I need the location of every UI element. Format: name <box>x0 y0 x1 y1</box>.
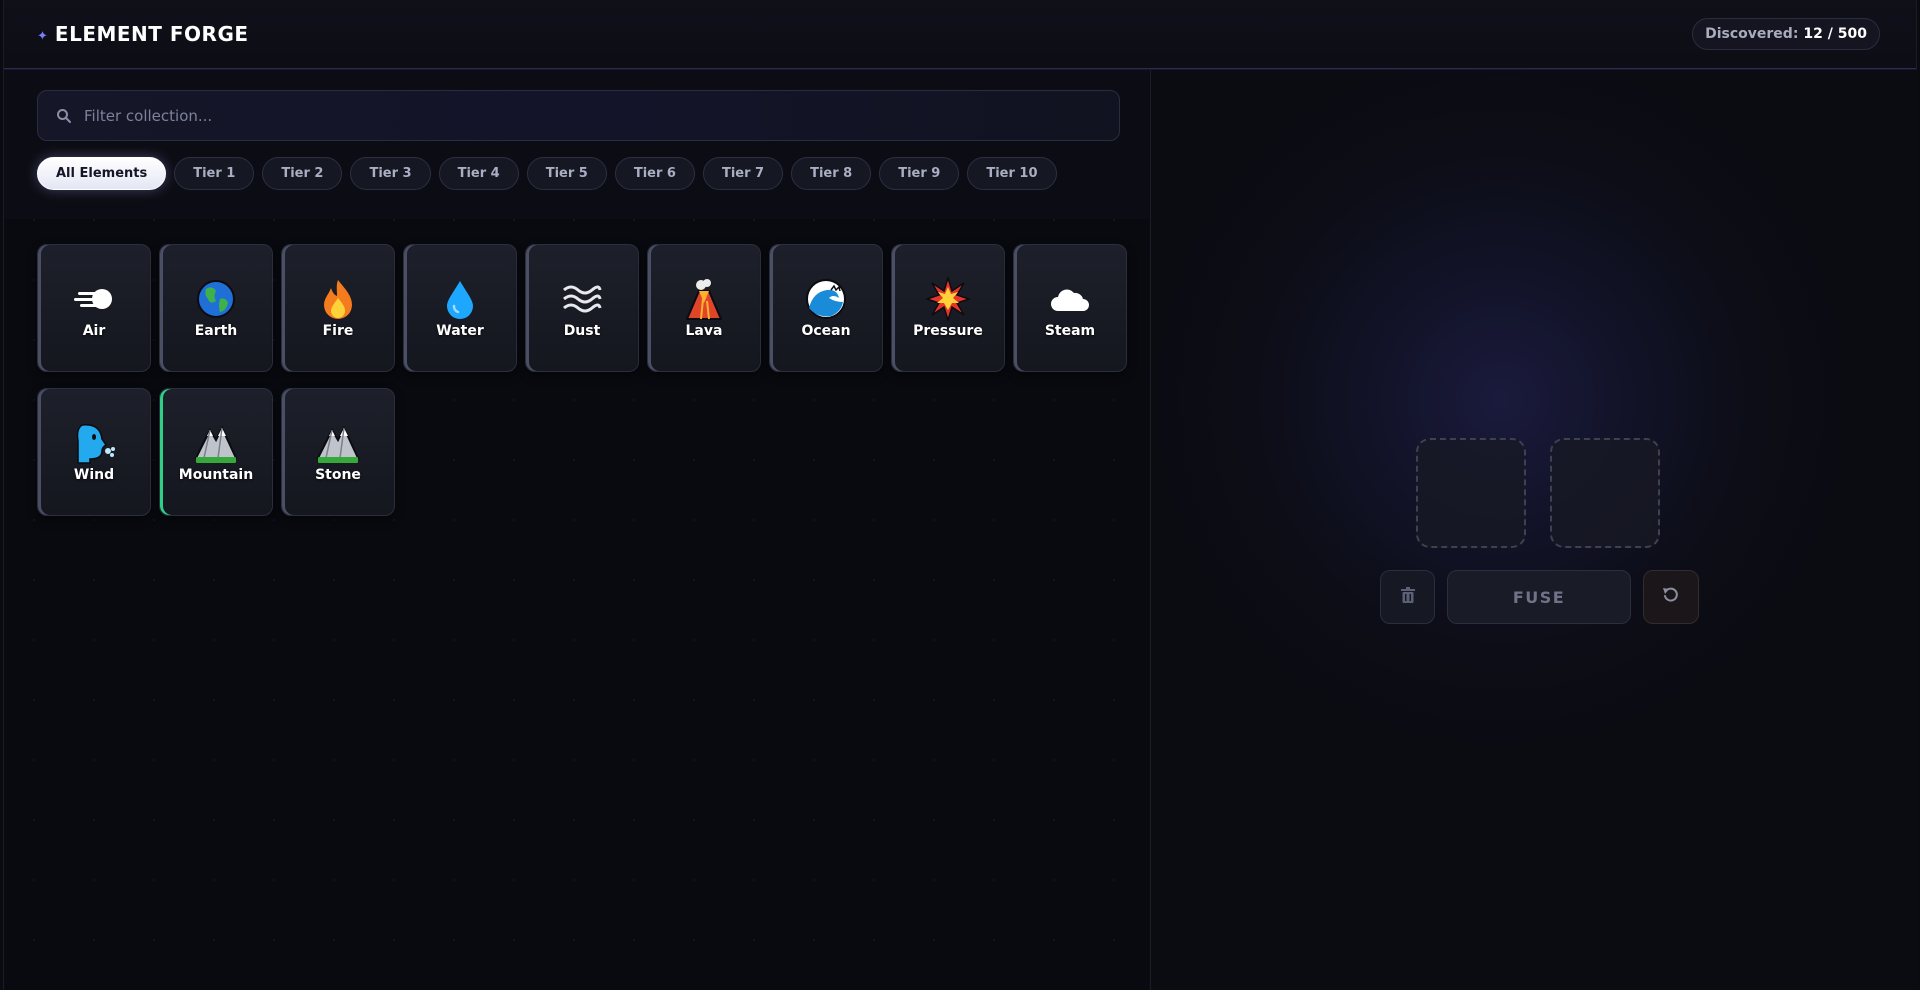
element-name: Wind <box>73 467 115 483</box>
element-card-fire[interactable]: Fire <box>281 244 395 372</box>
element-card-mountain[interactable]: Mountain <box>159 388 273 516</box>
tab-tier-2[interactable]: Tier 2 <box>262 157 343 190</box>
element-name: Stone <box>315 467 361 483</box>
trash-icon <box>1400 587 1415 607</box>
waves-icon <box>560 277 604 321</box>
tab-tier-6[interactable]: Tier 6 <box>614 157 695 190</box>
droplet-icon <box>438 277 482 321</box>
mountain-icon <box>194 421 238 465</box>
tab-tier-4[interactable]: Tier 4 <box>438 157 519 190</box>
tab-tier-10[interactable]: Tier 10 <box>967 157 1057 190</box>
app-title: ELEMENT FORGE <box>54 22 249 46</box>
wave-icon <box>804 277 848 321</box>
search-box[interactable] <box>37 90 1120 141</box>
blowing-face-icon <box>72 421 116 465</box>
element-name: Pressure <box>913 323 983 339</box>
search-icon <box>56 108 72 124</box>
element-grid: Air Earth Fire Water Dust Lava Ocean Pressure St… <box>37 244 1127 516</box>
element-card-earth[interactable]: Earth <box>159 244 273 372</box>
fusion-slot-2[interactable] <box>1550 438 1660 548</box>
element-card-air[interactable]: Air <box>37 244 151 372</box>
discovered-count: 12 / 500 <box>1803 26 1867 42</box>
element-card-stone[interactable]: Stone <box>281 388 395 516</box>
element-name: Water <box>436 323 484 339</box>
tab-tier-7[interactable]: Tier 7 <box>702 157 784 190</box>
globe-icon <box>194 277 238 321</box>
clear-button[interactable] <box>1380 570 1435 624</box>
tab-tier-1[interactable]: Tier 1 <box>174 157 255 190</box>
search-input[interactable] <box>84 106 984 125</box>
brand: ✦ ELEMENT FORGE <box>37 22 249 46</box>
collection-panel: All ElementsTier 1Tier 2Tier 3Tier 4Tier… <box>4 70 1149 990</box>
tab-all-elements[interactable]: All Elements <box>37 157 167 190</box>
tab-tier-3[interactable]: Tier 3 <box>350 157 431 190</box>
header: ✦ ELEMENT FORGE Discovered: 12 / 500 <box>4 0 1916 69</box>
element-name: Air <box>82 323 106 339</box>
element-name: Lava <box>685 323 723 339</box>
element-name: Dust <box>563 323 601 339</box>
element-card-lava[interactable]: Lava <box>647 244 761 372</box>
mountain-icon <box>316 421 360 465</box>
forge-panel: FUSE <box>1150 70 1918 990</box>
filter-area: All ElementsTier 1Tier 2Tier 3Tier 4Tier… <box>4 70 1149 219</box>
element-name: Fire <box>322 323 354 339</box>
volcano-icon <box>682 277 726 321</box>
app-window: ✦ ELEMENT FORGE Discovered: 12 / 500 All… <box>3 0 1918 990</box>
element-card-ocean[interactable]: Ocean <box>769 244 883 372</box>
element-name: Ocean <box>801 323 851 339</box>
cloud-icon <box>1048 277 1092 321</box>
sparkle-icon: ✦ <box>37 28 48 44</box>
tab-tier-5[interactable]: Tier 5 <box>526 157 607 190</box>
reset-icon <box>1662 586 1680 608</box>
discovered-label: Discovered: <box>1705 26 1799 42</box>
reset-button[interactable] <box>1643 570 1699 624</box>
tab-tier-8[interactable]: Tier 8 <box>791 157 872 190</box>
wind-face-icon <box>72 277 116 321</box>
element-card-steam[interactable]: Steam <box>1013 244 1127 372</box>
element-card-dust[interactable]: Dust <box>525 244 639 372</box>
element-card-water[interactable]: Water <box>403 244 517 372</box>
element-card-pressure[interactable]: Pressure <box>891 244 1005 372</box>
tab-tier-9[interactable]: Tier 9 <box>879 157 960 190</box>
explosion-icon <box>926 277 970 321</box>
element-name: Mountain <box>178 467 254 483</box>
fuse-button[interactable]: FUSE <box>1447 570 1631 624</box>
element-card-wind[interactable]: Wind <box>37 388 151 516</box>
discovered-counter: Discovered: 12 / 500 <box>1692 18 1880 50</box>
fusion-slot-1[interactable] <box>1416 438 1526 548</box>
element-name: Earth <box>194 323 238 339</box>
tier-tabs: All Elements Tier 1 Tier 2 Tier 3 Tier 4 Tier… <box>37 157 1057 190</box>
element-name: Steam <box>1044 323 1096 339</box>
flame-icon <box>316 277 360 321</box>
